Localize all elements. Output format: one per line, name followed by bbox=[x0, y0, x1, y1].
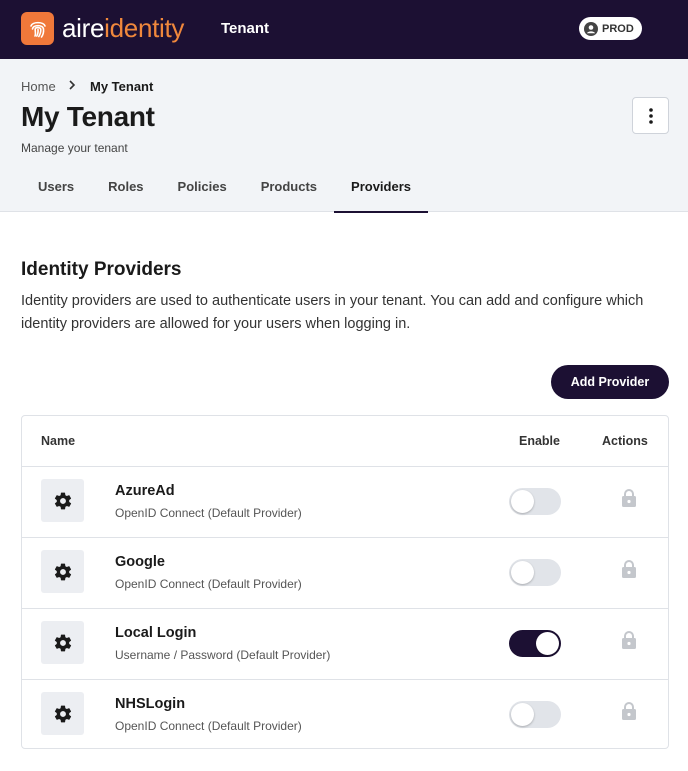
lock-icon bbox=[620, 630, 638, 655]
section-description: Identity providers are used to authentic… bbox=[21, 293, 644, 332]
enable-toggle[interactable] bbox=[509, 701, 561, 728]
more-options-button[interactable] bbox=[632, 97, 669, 134]
tab-users[interactable]: Users bbox=[21, 165, 91, 212]
gear-icon bbox=[54, 563, 71, 580]
provider-type: OpenID Connect (Default Provider) bbox=[115, 719, 302, 733]
provider-name: Google bbox=[115, 554, 165, 570]
toggle-knob bbox=[511, 490, 534, 513]
column-header-enable: Enable bbox=[519, 434, 560, 448]
toggle-knob bbox=[536, 632, 559, 655]
breadcrumb-chevron-icon bbox=[67, 78, 77, 95]
tab-products[interactable]: Products bbox=[244, 165, 334, 212]
environment-label: PROD bbox=[602, 22, 634, 35]
enable-toggle[interactable] bbox=[509, 630, 561, 657]
page-header: Home My Tenant My Tenant Manage your ten… bbox=[0, 59, 688, 213]
gear-icon bbox=[54, 705, 71, 722]
toggle-knob bbox=[511, 561, 534, 584]
tab-providers[interactable]: Providers bbox=[334, 165, 429, 213]
column-header-actions: Actions bbox=[602, 434, 648, 448]
brand-part-1: aire bbox=[62, 13, 105, 43]
fingerprint-logo-icon[interactable] bbox=[21, 12, 54, 45]
table-row: AzureAd OpenID Connect (Default Provider… bbox=[22, 467, 668, 538]
providers-table: Name Enable Actions AzureAd OpenID Conne… bbox=[21, 415, 669, 749]
top-app-bar: aireidentity Tenant PROD bbox=[0, 0, 688, 59]
breadcrumb-home-link[interactable]: Home bbox=[21, 79, 56, 94]
gear-icon bbox=[54, 492, 71, 509]
gear-icon bbox=[54, 634, 71, 651]
table-row: NHSLogin OpenID Connect (Default Provide… bbox=[22, 680, 668, 751]
provider-type: OpenID Connect (Default Provider) bbox=[115, 577, 302, 591]
brand-part-2: identity bbox=[104, 13, 185, 43]
configure-provider-button[interactable] bbox=[41, 621, 84, 664]
configure-provider-button[interactable] bbox=[41, 550, 84, 593]
add-provider-button[interactable]: Add Provider bbox=[551, 365, 669, 399]
table-row: Google OpenID Connect (Default Provider) bbox=[22, 538, 668, 609]
tab-roles[interactable]: Roles bbox=[91, 165, 160, 212]
environment-badge[interactable]: PROD bbox=[579, 17, 642, 40]
provider-name: AzureAd bbox=[115, 483, 175, 499]
vertical-dots-icon bbox=[648, 107, 653, 124]
table-row: Local Login Username / Password (Default… bbox=[22, 609, 668, 680]
breadcrumb-current: My Tenant bbox=[90, 79, 154, 94]
configure-provider-button[interactable] bbox=[41, 479, 84, 522]
tab-policies[interactable]: Policies bbox=[161, 165, 244, 212]
lock-icon bbox=[620, 559, 638, 584]
provider-name: Local Login bbox=[115, 625, 197, 641]
enable-toggle[interactable] bbox=[509, 488, 561, 515]
enable-toggle[interactable] bbox=[509, 559, 561, 586]
column-header-name: Name bbox=[41, 434, 76, 448]
provider-name: NHSLogin bbox=[115, 696, 186, 712]
lock-icon bbox=[620, 488, 638, 513]
user-circle-icon bbox=[584, 21, 598, 36]
tenant-tabs: Users Roles Policies Products Providers bbox=[21, 165, 429, 213]
configure-provider-button[interactable] bbox=[41, 692, 84, 735]
page-title: My Tenant bbox=[21, 101, 155, 132]
provider-type: Username / Password (Default Provider) bbox=[115, 648, 331, 662]
app-section-title: Tenant bbox=[221, 20, 270, 37]
lock-icon bbox=[620, 701, 638, 726]
provider-type: OpenID Connect (Default Provider) bbox=[115, 506, 302, 520]
section-title: Identity Providers bbox=[21, 259, 182, 280]
table-header: Name Enable Actions bbox=[22, 416, 668, 467]
toggle-knob bbox=[511, 703, 534, 726]
brand-wordmark[interactable]: aireidentity bbox=[62, 13, 184, 43]
page-subtitle: Manage your tenant bbox=[21, 141, 128, 155]
